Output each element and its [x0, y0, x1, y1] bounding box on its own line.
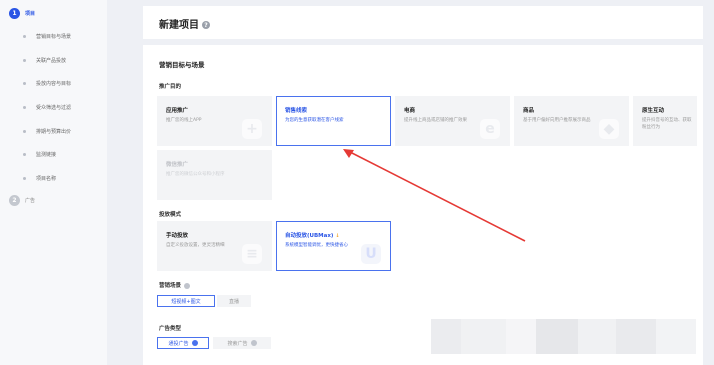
arrow-shaft [349, 151, 526, 242]
annotation-arrow [343, 149, 526, 242]
